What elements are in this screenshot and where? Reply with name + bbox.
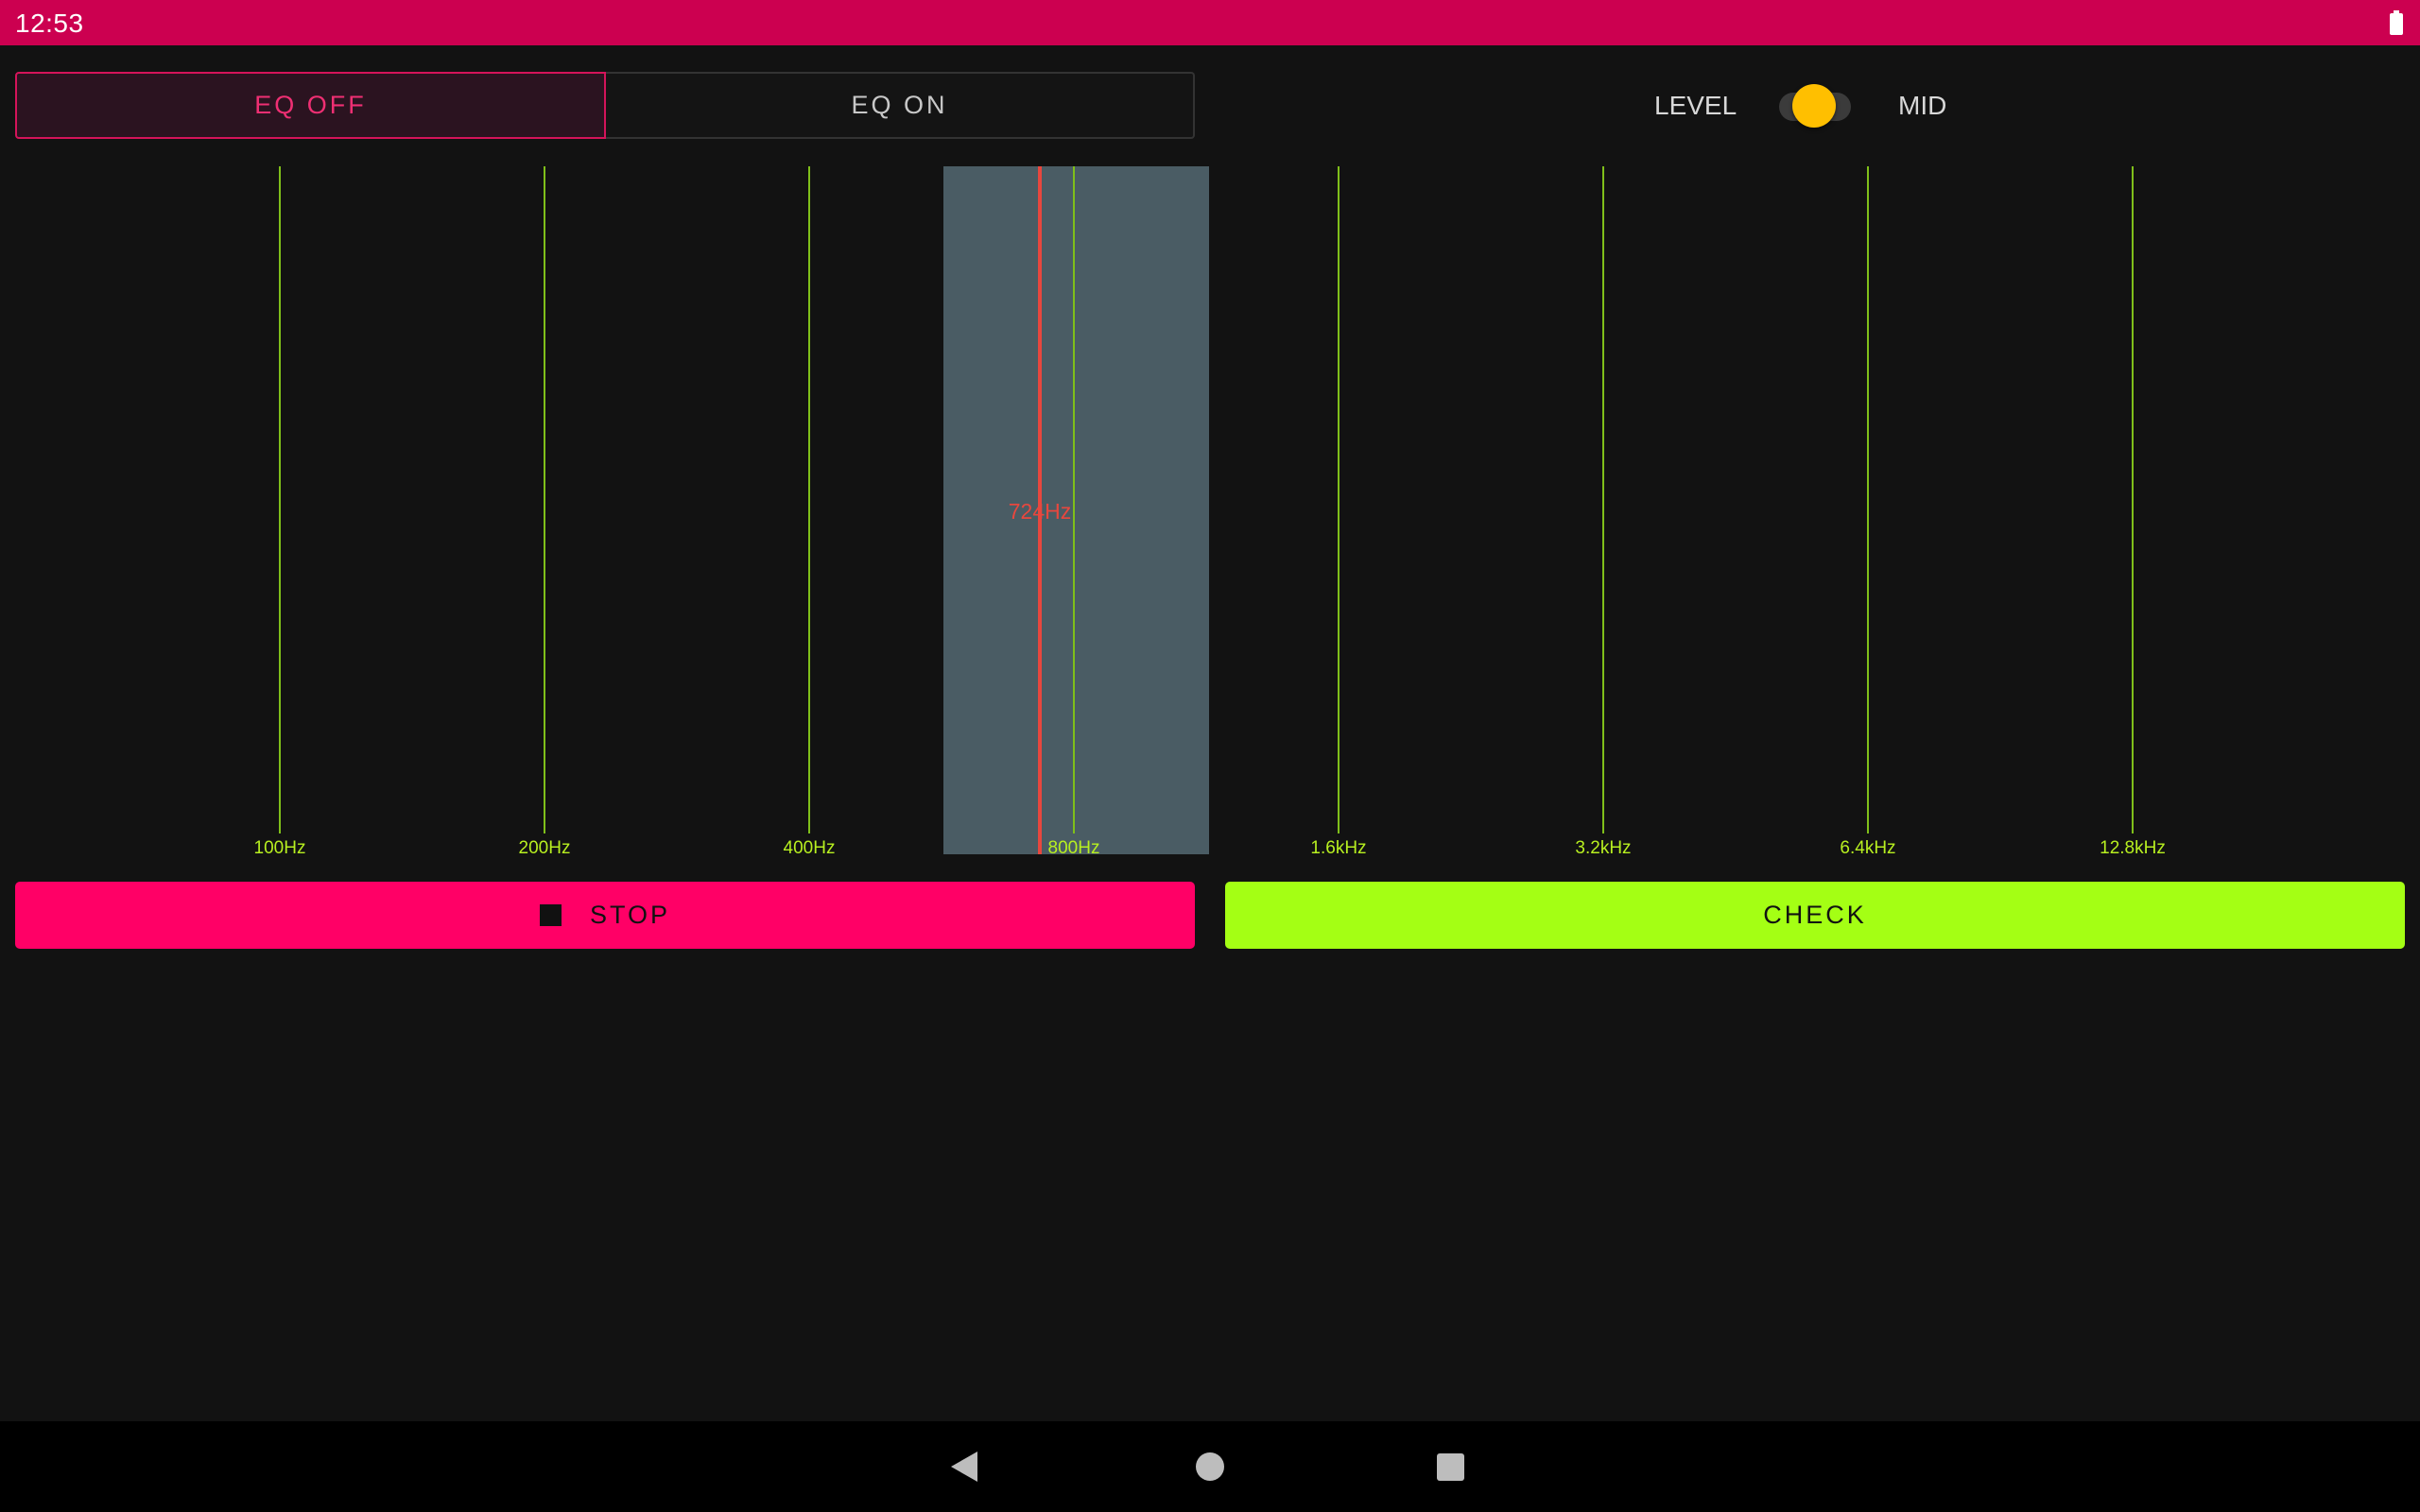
band-label: 100Hz (253, 838, 306, 858)
level-switch-thumb[interactable] (1792, 84, 1836, 128)
status-time: 12:53 (15, 9, 84, 38)
navigation-bar (0, 1421, 2420, 1512)
frequency-spectrum[interactable]: 100Hz 200Hz 400Hz 800Hz 1.6kHz 3.2kHz 6.4kHz 12… (0, 166, 2420, 866)
stop-button[interactable]: STOP (15, 882, 1195, 949)
band-label: 200Hz (518, 838, 571, 858)
status-bar: 12:53 (0, 0, 2420, 45)
band-label: 1.6kHz (1310, 838, 1367, 858)
check-button[interactable]: CHECK (1225, 882, 2405, 949)
stop-icon (539, 904, 562, 926)
band-label: 800Hz (1047, 838, 1100, 858)
home-icon[interactable] (1196, 1452, 1224, 1481)
band-label: 12.8kHz (2100, 838, 2166, 858)
band-line (544, 166, 545, 833)
band-line (1602, 166, 1604, 833)
check-label: CHECK (1763, 901, 1867, 929)
stop-label: STOP (589, 901, 671, 929)
eq-off-button[interactable]: EQ OFF (15, 72, 606, 139)
band-label: 6.4kHz (1840, 838, 1896, 858)
eq-toggle: EQ OFF EQ ON (15, 72, 1195, 139)
band-line (279, 166, 281, 833)
band-label: 3.2kHz (1575, 838, 1632, 858)
band-label: 400Hz (783, 838, 836, 858)
level-label: LEVEL (1654, 91, 1737, 120)
recents-icon[interactable] (1437, 1453, 1464, 1481)
back-icon[interactable] (951, 1452, 977, 1482)
eq-on-button[interactable]: EQ ON (606, 72, 1195, 139)
mid-label: MID (1898, 91, 1947, 120)
frequency-marker-label: 724Hz (1008, 499, 1072, 524)
band-line (1338, 166, 1340, 833)
battery-icon (2390, 10, 2403, 35)
band-line (808, 166, 810, 833)
band-line (1867, 166, 1869, 833)
band-line (2132, 166, 2134, 833)
